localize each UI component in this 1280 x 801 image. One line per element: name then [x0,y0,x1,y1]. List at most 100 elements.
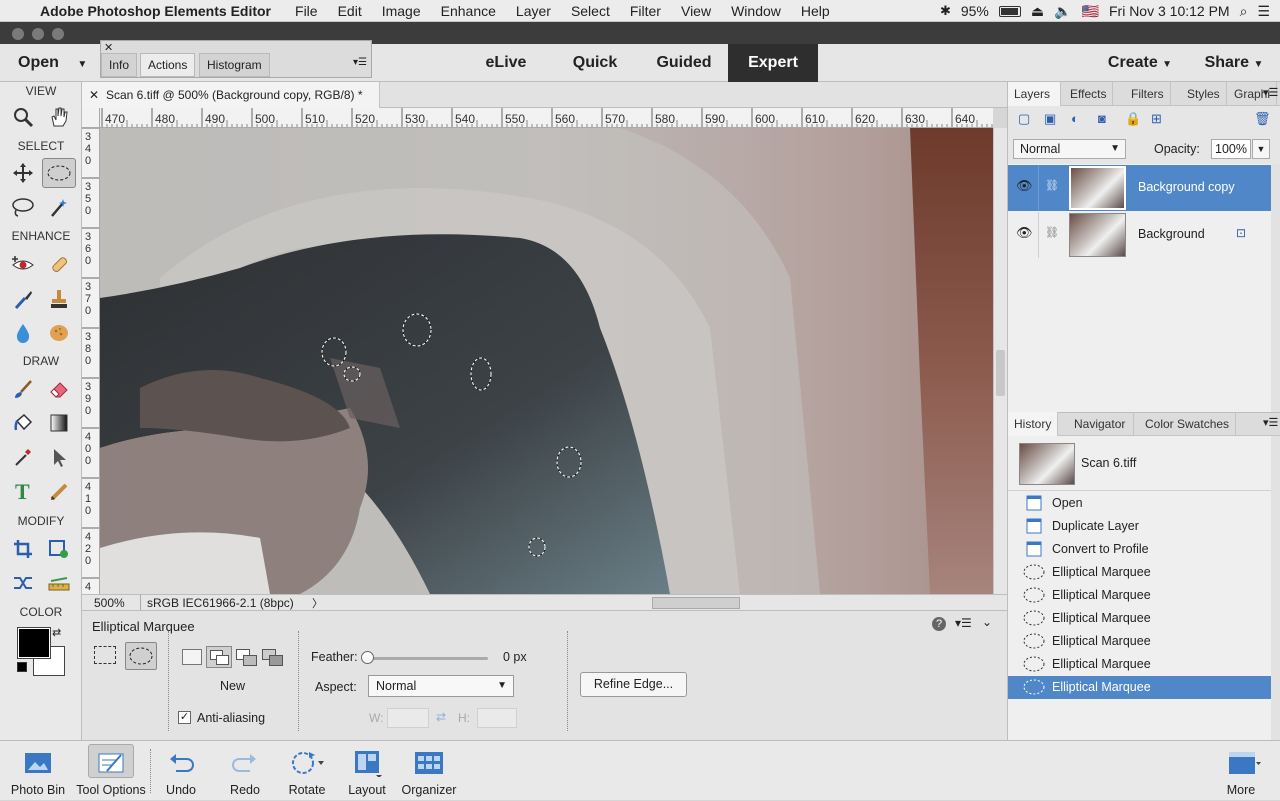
content-aware-move-icon[interactable] [6,568,40,598]
tab-color-swatches[interactable]: Color Swatches [1139,412,1237,436]
document-tab[interactable]: ✕ Scan 6.tiff @ 500% (Background copy, R… [82,82,380,108]
spotlight-search-icon[interactable]: ⌕ [1240,3,1248,20]
tab-filters[interactable]: Filters [1125,82,1171,106]
link-icon[interactable]: ⛓ [1045,179,1059,192]
open-button[interactable]: Open ▼ [18,44,88,82]
battery-icon[interactable] [998,5,1021,17]
vertical-scrollbar[interactable] [993,128,1007,594]
history-step[interactable]: Elliptical Marquee [1008,653,1271,676]
quick-selection-tool-icon[interactable] [42,192,76,222]
eyedropper-tool-icon[interactable] [6,442,40,472]
minimize-window-button[interactable] [32,28,44,40]
red-eye-tool-icon[interactable] [6,250,40,280]
create-button[interactable]: Create ▼ [1100,44,1180,82]
delete-layer-icon[interactable]: 🗑 [1254,111,1271,127]
swap-colors-icon[interactable]: ⇄ [52,626,61,639]
status-menu-arrow-icon[interactable]: 〉 [312,595,323,611]
mode-expert[interactable]: Expert [728,44,818,82]
recompose-tool-icon[interactable] [42,534,76,564]
app-name[interactable]: Adobe Photoshop Elements Editor [40,3,271,19]
menu-image[interactable]: Image [382,3,421,19]
menu-edit[interactable]: Edit [338,3,362,19]
blur-tool-icon[interactable] [6,318,40,348]
opacity-dropdown-icon[interactable]: ▼ [1252,139,1270,159]
mode-elive[interactable]: eLive [470,44,542,82]
collapse-options-icon[interactable]: ⌄ [982,615,992,629]
panel-menu-icon[interactable]: ▾☰ [353,57,367,68]
type-tool-icon[interactable]: T [6,476,40,506]
ruler-origin[interactable] [82,108,100,128]
custom-shape-tool-icon[interactable] [42,442,76,472]
layer-lock-icon[interactable]: ⊡ [1236,226,1246,240]
notification-center-icon[interactable]: ☰ [1257,3,1270,20]
tab-info[interactable]: Info [101,53,138,77]
zoom-tool-icon[interactable] [6,102,40,132]
menu-layer[interactable]: Layer [516,3,551,19]
history-step[interactable]: Elliptical Marquee [1008,561,1271,584]
adjustment-layer-icon[interactable]: ◐ [1071,111,1079,126]
mode-guided[interactable]: Guided [646,44,722,82]
elliptical-marquee-tool-icon[interactable] [42,158,76,188]
help-icon[interactable]: ? [932,617,946,631]
foreground-color-swatch[interactable] [17,627,51,659]
default-colors-icon[interactable] [17,662,27,672]
tool-options-button[interactable]: Tool Options [76,741,146,801]
volume-icon[interactable]: 🔈 [1054,3,1071,20]
tab-history[interactable]: History [1008,412,1059,436]
new-selection-icon[interactable] [182,649,202,665]
close-document-icon[interactable]: ✕ [89,82,99,108]
share-button[interactable]: Share ▼ [1196,44,1272,82]
blend-mode-select[interactable]: Normal ▼ [1013,139,1126,159]
history-step[interactable]: Elliptical Marquee [1008,676,1271,699]
history-step[interactable]: Elliptical Marquee [1008,607,1271,630]
options-menu-icon[interactable]: ▾☰ [955,616,972,630]
hand-tool-icon[interactable] [42,102,76,132]
feather-value[interactable]: 0 px [503,650,527,664]
menu-file[interactable]: File [295,3,318,19]
eye-visibility-icon[interactable]: 👁 [1016,178,1033,194]
more-button[interactable]: More [1206,741,1276,801]
paint-bucket-icon[interactable] [6,408,40,438]
tab-navigator[interactable]: Navigator [1066,412,1135,436]
us-flag-icon[interactable]: 🇺🇸 [1082,3,1099,20]
refine-edge-button[interactable]: Refine Edge... [580,672,687,697]
brush-tool-icon[interactable] [6,374,40,404]
lasso-tool-icon[interactable] [6,192,40,222]
feather-slider-handle[interactable] [361,651,374,664]
new-group-icon[interactable]: ▣ [1044,111,1056,127]
straighten-tool-icon[interactable] [42,568,76,598]
swap-dimensions-icon[interactable]: ⇄ [436,710,446,724]
height-input[interactable] [477,708,517,728]
history-step[interactable]: Open [1008,492,1271,515]
aspect-select[interactable]: Normal ▼ [368,675,514,697]
menu-select[interactable]: Select [571,3,610,19]
subtract-from-selection-icon[interactable] [236,649,258,667]
photo-content[interactable] [100,128,993,594]
opacity-input[interactable]: 100% [1211,139,1251,159]
zoom-window-button[interactable] [52,28,64,40]
layer-row-background-copy[interactable]: 👁 ⛓ Background copy [1008,165,1271,211]
anti-aliasing-checkbox[interactable]: ✓ [178,711,191,724]
tab-effects[interactable]: Effects [1064,82,1114,106]
redo-button[interactable]: Redo [210,741,280,801]
history-scrollbar[interactable] [1271,436,1280,740]
undo-button[interactable]: Undo [146,741,216,801]
eject-icon[interactable]: ⏏ [1031,3,1044,20]
menu-filter[interactable]: Filter [630,3,661,19]
elliptical-marquee-option-icon[interactable] [125,642,157,670]
tab-actions[interactable]: Actions [140,53,196,77]
bluetooth-icon[interactable]: ✱ [940,3,951,19]
crop-tool-icon[interactable] [6,534,40,564]
close-window-button[interactable] [12,28,24,40]
layout-button[interactable]: Layout [332,741,402,801]
layer-mask-icon[interactable]: ◙ [1098,111,1106,126]
pencil-tool-icon[interactable] [42,476,76,506]
intersect-selection-icon[interactable] [262,649,284,667]
layer-row-background[interactable]: 👁 ⛓ Background ⊡ [1008,212,1271,258]
layers-panel-menu-icon[interactable]: ▾☰ [1263,86,1278,99]
mode-quick[interactable]: Quick [558,44,632,82]
history-snapshot[interactable]: Scan 6.tiff [1008,436,1271,491]
tab-histogram[interactable]: Histogram [199,53,270,77]
eye-visibility-icon[interactable]: 👁 [1016,225,1033,241]
lock-all-icon[interactable]: 🔒 [1125,111,1141,127]
